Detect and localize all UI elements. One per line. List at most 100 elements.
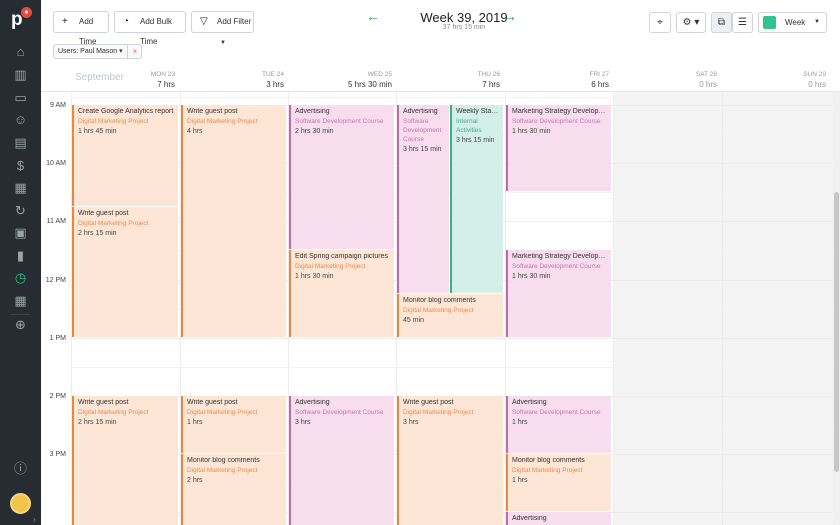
time-label: 10 AM (46, 160, 66, 167)
week-total: 37 hrs 15 min (442, 24, 486, 31)
settings-gear-icon[interactable]: ⚙ ▾ (676, 12, 706, 33)
grid-line (71, 338, 833, 339)
time-label: 2 PM (49, 393, 66, 400)
time-entry[interactable]: Create Google Analytics report Digital M… (72, 105, 178, 206)
entry-title: Write guest post (403, 399, 454, 406)
time-entry[interactable]: Monitor blog comments Digital Marketing … (397, 294, 503, 337)
grid-line (71, 97, 833, 98)
entry-duration: 1 hrs (512, 477, 528, 484)
time-label: 9 AM (50, 102, 66, 109)
report-icon[interactable]: ▦ (12, 179, 29, 196)
time-entry[interactable]: Advertising (506, 512, 611, 525)
chevron-right-icon[interactable]: › (33, 515, 36, 524)
time-label: 12 PM (45, 277, 66, 284)
entry-duration: 2 hrs 15 min (78, 419, 117, 426)
day-hours: 6 hrs (591, 80, 609, 89)
add-time-button[interactable]: + Add Time (53, 11, 109, 46)
clock-icon: ◔ (123, 16, 130, 27)
clock-icon[interactable]: ◷ (12, 269, 29, 286)
book-icon[interactable]: ▥ (12, 66, 29, 83)
wallet-icon[interactable]: ▣ (12, 224, 29, 241)
entry-duration: 1 hrs 30 min (512, 128, 551, 135)
day-hours: 3 hrs (266, 80, 284, 89)
day-name: SAT 28 (695, 71, 717, 78)
time-entry[interactable]: Advertising Software Development Course … (289, 396, 394, 525)
entry-duration: 2 hrs (187, 477, 203, 484)
entry-project: Digital Marketing Project (295, 263, 366, 270)
add-filter-button[interactable]: ▽ Add Filter ▼ (191, 11, 254, 46)
time-entry[interactable]: Write guest post Digital Marketing Proje… (181, 396, 286, 453)
next-week-arrow-icon[interactable]: → (503, 8, 517, 24)
entry-duration: 1 hrs 45 min (78, 128, 117, 135)
user-filter-chip[interactable]: Users: Paul Mason ▾ × (53, 44, 142, 59)
add-bulk-time-button[interactable]: ◔ Add Bulk Time (114, 11, 186, 46)
calendar-grid: 9 AM 10 AM 11 AM 12 PM 1 PM 2 PM 3 PM Cr… (41, 92, 833, 525)
entry-duration: 2 hrs 30 min (295, 128, 334, 135)
document-icon[interactable]: ▤ (12, 134, 29, 151)
entry-title: Marketing Strategy Developm... (512, 253, 608, 260)
entry-title: Advertising (403, 108, 438, 115)
entry-project: Digital Marketing Project (78, 118, 149, 125)
entry-duration: 45 min (403, 317, 425, 324)
entry-project: Digital Marketing Project (403, 307, 474, 314)
time-entry[interactable]: Write guest post Digital Marketing Proje… (72, 207, 178, 337)
entry-project: Software Development Course (403, 118, 442, 143)
sync-icon[interactable]: ↻ (12, 202, 29, 219)
app-logo[interactable]: p ● (11, 7, 32, 30)
home-icon[interactable]: ⌂ (12, 43, 29, 60)
day-name: FRI 27 (589, 71, 609, 78)
time-entry[interactable]: Weekly Status... Internal Activities 3 h… (450, 105, 503, 293)
time-entry[interactable]: Advertising Software Development Course … (397, 105, 449, 293)
vertical-scrollbar[interactable] (833, 92, 840, 525)
entry-project: Digital Marketing Project (187, 409, 258, 416)
time-entry[interactable]: Advertising Software Development Course … (506, 396, 611, 453)
invoice-icon[interactable]: $ (12, 157, 29, 174)
time-label: 1 PM (49, 335, 66, 342)
toolbar: + Add Time ◔ Add Bulk Time ▽ Add Filter … (41, 0, 840, 46)
entry-project: Digital Marketing Project (187, 118, 258, 125)
avatar[interactable] (10, 493, 31, 514)
chart-icon[interactable]: ▮ (12, 247, 29, 264)
layout-overlap-icon[interactable]: ⧉ (711, 12, 732, 33)
notification-badge-icon: ● (21, 7, 32, 18)
close-icon[interactable]: × (127, 44, 142, 59)
time-label: 3 PM (49, 451, 66, 458)
time-entry[interactable]: Marketing Strategy Developm... Software … (506, 250, 611, 337)
info-icon[interactable]: ⓘ (12, 460, 29, 477)
locate-icon[interactable]: ⌖ (649, 12, 671, 33)
entry-duration: 1 hrs (512, 419, 528, 426)
day-hours: 0 hrs (699, 80, 717, 89)
prev-week-arrow-icon[interactable]: ← (366, 8, 380, 24)
entry-title: Weekly Status... (456, 108, 500, 115)
entry-title: Monitor blog comments (187, 457, 260, 464)
entry-title: Write guest post (187, 108, 238, 115)
user-filter-label: Users: Paul Mason (58, 48, 118, 55)
time-entry[interactable]: Edit Spring campaign pictures Digital Ma… (289, 250, 394, 337)
folder-icon[interactable]: ▭ (12, 89, 29, 106)
entry-duration: 1 hrs 30 min (295, 273, 334, 280)
entry-project: Digital Marketing Project (187, 467, 258, 474)
user-icon[interactable]: ☺ (12, 111, 29, 128)
view-select[interactable]: Week ▼ (758, 12, 827, 33)
time-entry[interactable]: Marketing Strategy Developm... Software … (506, 105, 611, 191)
scrollbar-thumb[interactable] (834, 192, 839, 472)
add-filter-label: Add Filter (217, 17, 252, 26)
time-entry[interactable]: Write guest post Digital Marketing Proje… (181, 105, 286, 337)
calendar-icon[interactable]: ▦ (12, 292, 29, 309)
time-entry[interactable]: Monitor blog comments Digital Marketing … (506, 454, 611, 511)
time-entry[interactable]: Write guest post Digital Marketing Proje… (397, 396, 503, 525)
sidebar: p ● ⌂ ▥ ▭ ☺ ▤ $ ▦ ↻ ▣ ▮ ◷ ▦ ⊕ ⓘ › (0, 0, 41, 525)
app: p ● ⌂ ▥ ▭ ☺ ▤ $ ▦ ↻ ▣ ▮ ◷ ▦ ⊕ ⓘ › + Add … (0, 0, 840, 525)
time-entry[interactable]: Write guest post Digital Marketing Proje… (72, 396, 178, 525)
entry-title: Marketing Strategy Developm... (512, 108, 608, 115)
entry-title: Monitor blog comments (512, 457, 585, 464)
time-entry[interactable]: Monitor blog comments Digital Marketing … (181, 454, 286, 525)
time-entry[interactable]: Advertising Software Development Course … (289, 105, 394, 249)
add-circle-icon[interactable]: ⊕ (12, 316, 29, 333)
entry-duration: 3 hrs 15 min (456, 137, 495, 144)
day-name: THU 26 (477, 71, 500, 78)
layout-stack-icon[interactable]: ☰ (732, 12, 753, 33)
entry-project: Software Development Course (512, 118, 601, 125)
calendar-green-icon (763, 16, 776, 29)
day-header-tue: TUE 24 3 hrs (184, 71, 284, 89)
